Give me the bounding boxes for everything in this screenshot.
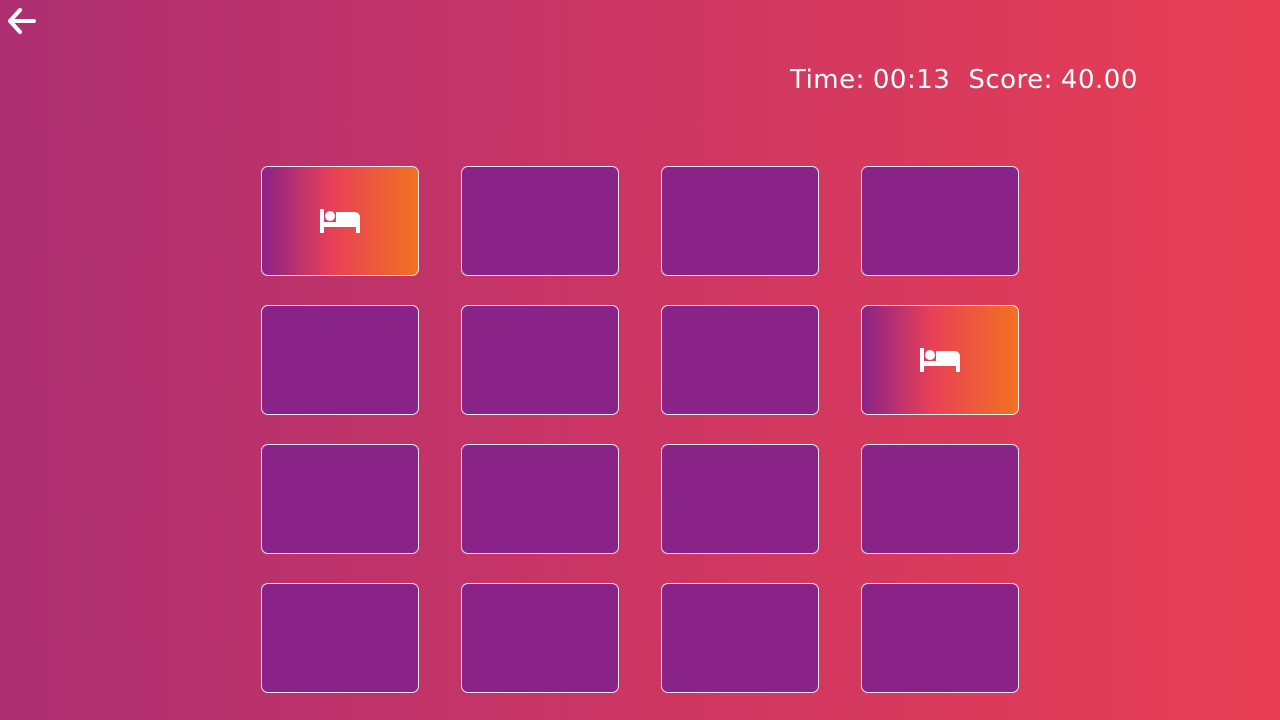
card-grid xyxy=(261,166,1019,693)
memory-card[interactable] xyxy=(461,166,619,276)
score-label: Score: xyxy=(968,65,1053,95)
memory-card[interactable] xyxy=(661,166,819,276)
memory-card[interactable] xyxy=(261,444,419,554)
memory-card[interactable] xyxy=(261,583,419,693)
hud: Time: 00:13 Score: 40.00 xyxy=(790,62,1138,98)
time-value: 00:13 xyxy=(872,65,951,95)
memory-card[interactable] xyxy=(261,166,419,276)
memory-card[interactable] xyxy=(661,444,819,554)
memory-card[interactable] xyxy=(861,583,1019,693)
bed-icon xyxy=(920,348,960,372)
memory-card[interactable] xyxy=(661,305,819,415)
timer: Time: 00:13 xyxy=(790,65,950,95)
memory-card[interactable] xyxy=(261,305,419,415)
memory-card[interactable] xyxy=(861,166,1019,276)
bed-icon xyxy=(320,209,360,233)
memory-card[interactable] xyxy=(861,444,1019,554)
score-value: 40.00 xyxy=(1060,65,1138,95)
memory-card[interactable] xyxy=(461,583,619,693)
score: Score: 40.00 xyxy=(968,65,1138,95)
memory-card[interactable] xyxy=(461,444,619,554)
time-label: Time: xyxy=(790,65,865,95)
back-button[interactable] xyxy=(4,4,38,38)
memory-card[interactable] xyxy=(661,583,819,693)
memory-card[interactable] xyxy=(861,305,1019,415)
memory-card[interactable] xyxy=(461,305,619,415)
arrow-left-icon xyxy=(8,8,36,34)
